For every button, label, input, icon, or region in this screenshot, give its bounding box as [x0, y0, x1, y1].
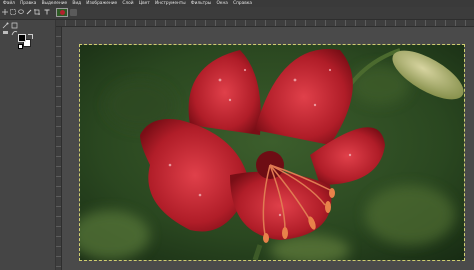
close-icon[interactable]: [70, 9, 77, 16]
paintbrush-icon[interactable]: [26, 9, 32, 15]
crop-icon[interactable]: [34, 9, 40, 15]
foreground-color-swatch[interactable]: [18, 34, 26, 42]
move-tool-icon[interactable]: [2, 9, 8, 15]
text-tool-icon[interactable]: [44, 9, 50, 15]
menu-filters[interactable]: Фильтры: [188, 0, 214, 7]
menu-windows[interactable]: Окна: [214, 0, 231, 7]
canvas-image[interactable]: [79, 44, 465, 261]
menu-tools[interactable]: Инструменты: [152, 0, 188, 7]
menu-colors[interactable]: Цвет: [136, 0, 152, 7]
toolbox: [0, 20, 56, 270]
image-tab-thumbnail[interactable]: [56, 8, 68, 17]
color-swatches[interactable]: [18, 34, 33, 49]
image-tab-bar: [0, 7, 474, 20]
lasso-icon[interactable]: [18, 9, 24, 15]
rect-select-icon[interactable]: [10, 9, 16, 15]
fuzzy-select-icon[interactable]: [2, 22, 9, 29]
reset-colors-icon[interactable]: [18, 44, 23, 49]
menu-file[interactable]: Файл: [0, 0, 17, 7]
swap-colors-icon[interactable]: [28, 34, 33, 39]
horizontal-ruler[interactable]: [56, 20, 474, 27]
menu-edit[interactable]: Правка: [17, 0, 39, 7]
menu-bar: Файл Правка Выделение Вид Изображение Сл…: [0, 0, 474, 7]
menu-help[interactable]: Справка: [231, 0, 255, 7]
lily-photo: [80, 45, 464, 260]
menu-select[interactable]: Выделение: [39, 0, 70, 7]
menu-layer[interactable]: Слой: [120, 0, 136, 7]
menu-image[interactable]: Изображение: [84, 0, 120, 7]
transform-icon[interactable]: [11, 22, 18, 29]
menu-view[interactable]: Вид: [70, 0, 84, 7]
smudge-icon[interactable]: [11, 29, 18, 36]
eraser-icon[interactable]: [2, 29, 9, 36]
